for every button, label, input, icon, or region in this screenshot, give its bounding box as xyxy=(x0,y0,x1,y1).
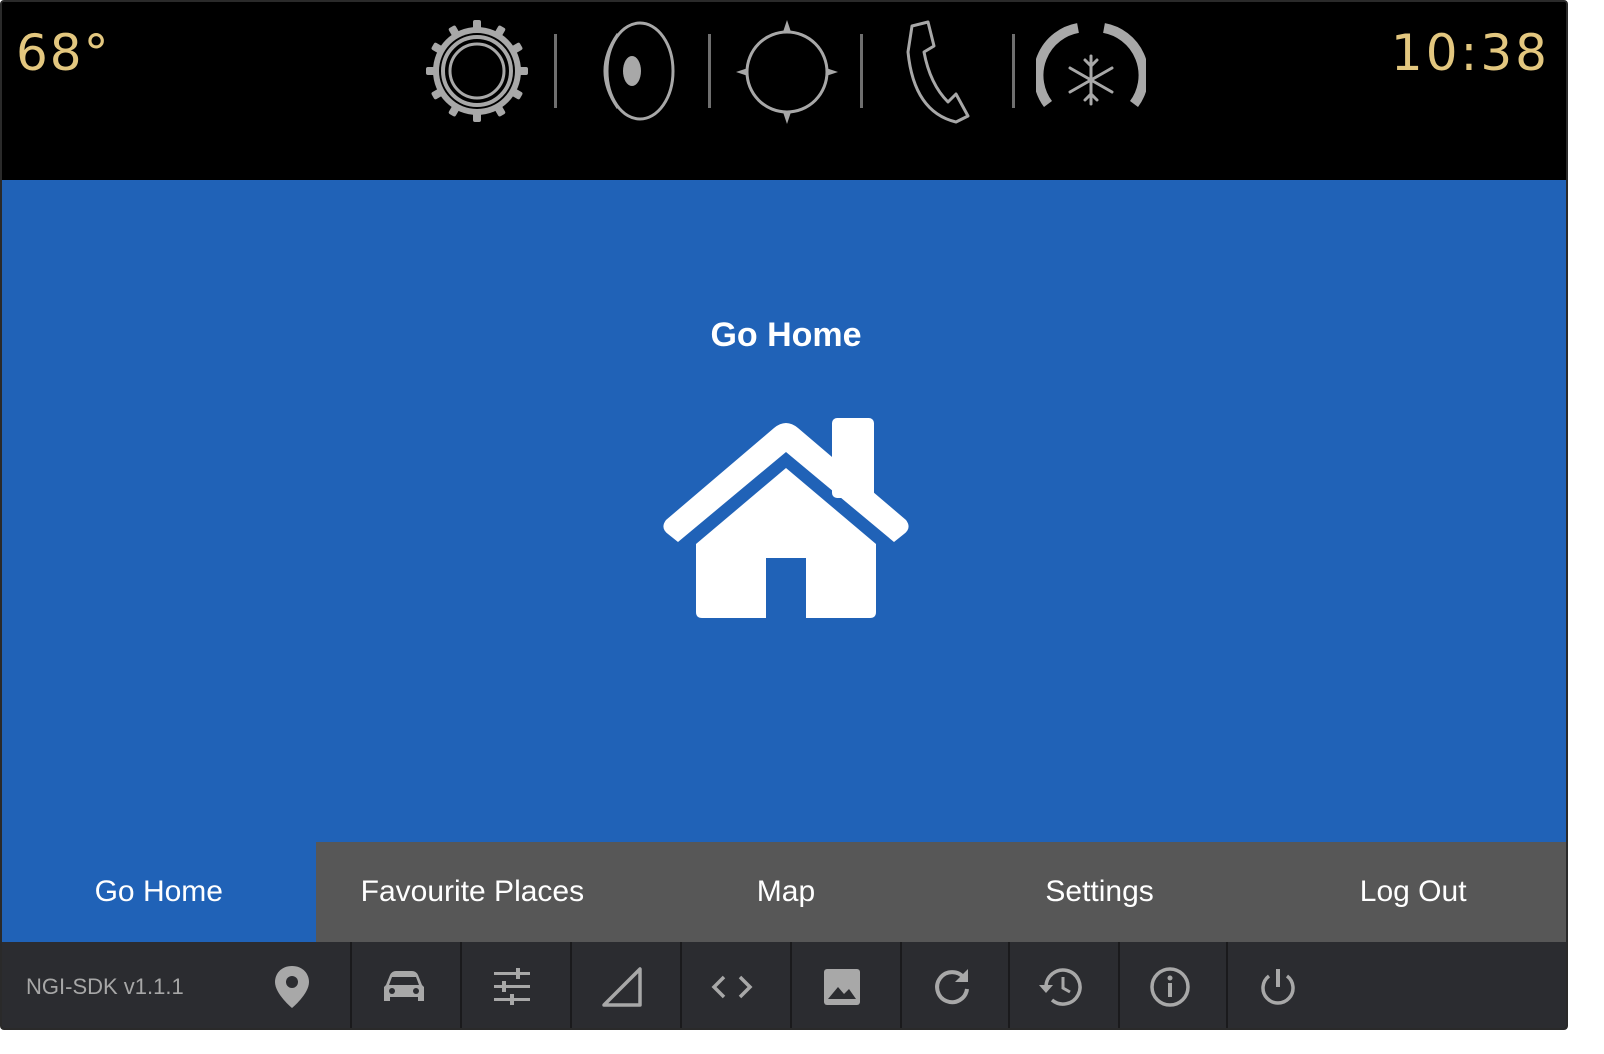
power-icon[interactable] xyxy=(1224,942,1332,1028)
climate-fan-icon[interactable] xyxy=(1036,16,1146,126)
car-icon[interactable] xyxy=(350,942,458,1028)
info-icon[interactable] xyxy=(1116,942,1224,1028)
app-frame: 68° 10:38 Go Home Go Home Favourite Plac… xyxy=(0,0,1568,1030)
status-bar: 68° 10:38 xyxy=(2,2,1566,180)
bottom-toolbar: NGI-SDK v1.1.1 xyxy=(2,942,1566,1028)
image-icon[interactable] xyxy=(788,942,896,1028)
page-title: Go Home xyxy=(710,316,862,354)
temperature-readout: 68° xyxy=(16,24,111,82)
sliders-icon[interactable] xyxy=(458,942,566,1028)
separator xyxy=(860,34,863,108)
code-icon[interactable] xyxy=(678,942,786,1028)
separator xyxy=(1012,34,1015,108)
nav-tabs: Go Home Favourite Places Map Settings Lo… xyxy=(2,842,1566,942)
tab-settings[interactable]: Settings xyxy=(943,842,1257,942)
tab-log-out[interactable]: Log Out xyxy=(1256,842,1566,942)
clock: 10:38 xyxy=(1390,24,1550,82)
phone-icon[interactable] xyxy=(884,16,994,126)
separator xyxy=(708,34,711,108)
speaker-icon[interactable] xyxy=(580,16,690,126)
gear-icon[interactable] xyxy=(422,16,532,126)
location-pin-icon[interactable] xyxy=(238,942,346,1028)
compass-icon[interactable] xyxy=(732,16,842,126)
tab-map[interactable]: Map xyxy=(629,842,943,942)
separator xyxy=(554,34,557,108)
tab-favourite-places[interactable]: Favourite Places xyxy=(316,842,630,942)
refresh-icon[interactable] xyxy=(898,942,1006,1028)
signal-icon[interactable] xyxy=(568,942,676,1028)
house-icon[interactable] xyxy=(656,416,916,620)
main-panel: Go Home xyxy=(2,180,1566,842)
version-label: NGI-SDK v1.1.1 xyxy=(26,974,184,999)
tab-go-home[interactable]: Go Home xyxy=(2,842,316,942)
quick-controls xyxy=(422,16,1162,126)
history-icon[interactable] xyxy=(1006,942,1114,1028)
